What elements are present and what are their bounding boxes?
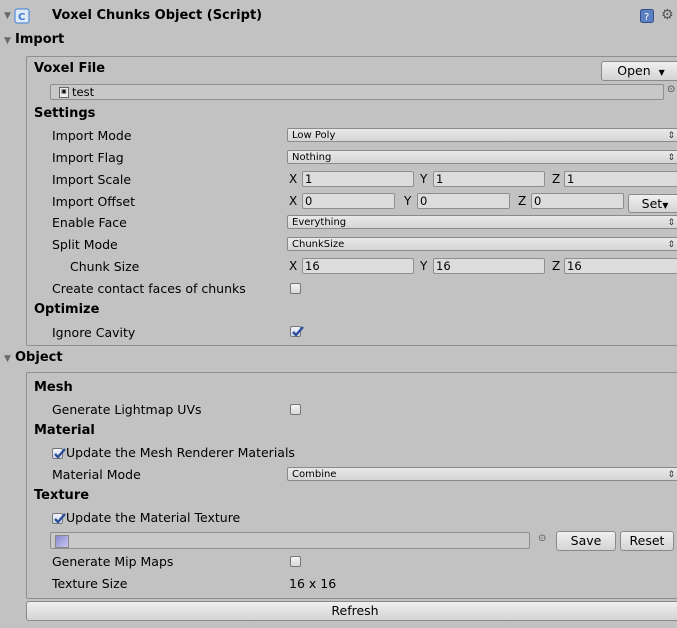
object-picker-icon[interactable]: ⊙ [667,84,675,95]
object-foldout-label[interactable]: Object [15,350,63,365]
import-mode-label: Import Mode [52,128,132,143]
texture-size-label: Texture Size [52,576,128,591]
contact-faces-label: Create contact faces of chunks [52,281,246,296]
save-button[interactable]: Save [556,531,616,551]
import-mode-dropdown[interactable]: Low Poly ⇕ [287,128,677,142]
gear-icon[interactable]: ⚙ [661,7,674,23]
lightmap-uvs-label: Generate Lightmap UVs [52,402,202,417]
texture-size-value: 16 x 16 [289,576,337,591]
axis-y-label: Y [404,194,412,208]
material-mode-label: Material Mode [52,467,141,482]
dropdown-arrows-icon: ⇕ [667,218,675,228]
import-scale-y-field[interactable]: 1 [433,171,545,187]
set-offset-button-label: Set [641,196,663,211]
enable-face-label: Enable Face [52,215,127,230]
update-renderer-checkbox[interactable] [52,448,66,459]
mip-maps-label: Generate Mip Maps [52,554,174,569]
axis-y-label: Y [420,259,428,273]
checkmark-icon [54,448,66,459]
svg-text:?: ? [644,12,649,23]
object-picker-icon[interactable]: ⊙ [538,533,546,544]
chevron-down-icon: ▼ [662,201,669,210]
import-foldout-label[interactable]: Import [15,32,64,47]
import-scale-z-field[interactable]: 1 [564,171,677,187]
update-texture-label: Update the Material Texture [66,510,241,525]
split-mode-value: ChunkSize [292,239,345,250]
axis-x-label: X [289,194,298,208]
import-scale-label: Import Scale [52,172,132,187]
import-offset-x-field[interactable]: 0 [302,193,395,209]
chunk-size-x-field[interactable]: 16 [302,258,414,274]
import-offset-y-field[interactable]: 0 [417,193,510,209]
axis-z-label: Z [552,259,561,273]
chunk-size-z-field[interactable]: 16 [564,258,677,274]
help-icon[interactable]: ? [640,9,654,23]
svg-text:C: C [18,12,25,23]
import-flag-value: Nothing [292,152,332,163]
object-foldout-arrow-icon[interactable]: ▼ [4,354,11,364]
mesh-label: Mesh [34,380,73,395]
set-offset-button[interactable]: Set▼ [628,194,677,213]
dropdown-arrows-icon: ⇕ [667,131,675,141]
enable-face-dropdown[interactable]: Everything ⇕ [287,215,677,229]
axis-z-label: Z [518,194,527,208]
chunk-size-y-field[interactable]: 16 [433,258,545,274]
checkmark-icon [54,513,66,524]
voxel-file-field[interactable]: ▣ test [50,84,664,100]
material-mode-value: Combine [292,469,337,480]
import-scale-x-field[interactable]: 1 [302,171,414,187]
import-foldout-arrow-icon[interactable]: ▼ [4,36,11,46]
dropdown-arrows-icon: ⇕ [667,153,675,163]
split-mode-dropdown[interactable]: ChunkSize ⇕ [287,237,677,251]
ignore-cavity-label: Ignore Cavity [52,325,136,340]
reset-button[interactable]: Reset [620,531,674,551]
contact-faces-checkbox[interactable] [290,283,301,294]
split-mode-label: Split Mode [52,237,118,252]
axis-x-label: X [289,259,298,273]
component-title: Voxel Chunks Object (Script) [52,8,263,23]
import-offset-z-field[interactable]: 0 [531,193,624,209]
import-flag-dropdown[interactable]: Nothing ⇕ [287,150,677,164]
import-mode-value: Low Poly [292,130,336,141]
import-flag-label: Import Flag [52,150,124,165]
voxel-file-label: Voxel File [34,61,106,76]
mip-maps-checkbox[interactable] [290,556,301,567]
voxel-file-asset-icon: ▣ [59,87,69,98]
material-mode-dropdown[interactable]: Combine ⇕ [287,467,677,481]
lightmap-uvs-checkbox[interactable] [290,404,301,415]
voxel-file-value: test [72,85,95,99]
ignore-cavity-checkbox[interactable] [290,326,304,337]
settings-label: Settings [34,106,96,121]
axis-z-label: Z [552,172,561,186]
texture-thumbnail-icon [55,535,69,548]
texture-label: Texture [34,488,90,503]
open-button-label: Open [617,63,651,78]
enable-face-value: Everything [292,217,347,228]
update-texture-checkbox[interactable] [52,513,66,524]
texture-field[interactable] [50,532,530,549]
dropdown-arrows-icon: ⇕ [667,240,675,250]
script-icon: C [14,8,30,24]
chevron-down-icon: ▼ [658,68,665,77]
open-button[interactable]: Open ▼ [601,61,677,81]
refresh-button[interactable]: Refresh [26,601,677,621]
checkmark-icon [292,326,304,337]
update-renderer-label: Update the Mesh Renderer Materials [66,445,295,460]
axis-y-label: Y [420,172,428,186]
dropdown-arrows-icon: ⇕ [667,470,675,480]
optimize-label: Optimize [34,302,100,317]
axis-x-label: X [289,172,298,186]
material-label: Material [34,423,95,438]
chunk-size-label: Chunk Size [70,259,140,274]
header-foldout-arrow-icon[interactable]: ▼ [4,11,11,21]
import-offset-label: Import Offset [52,194,136,209]
